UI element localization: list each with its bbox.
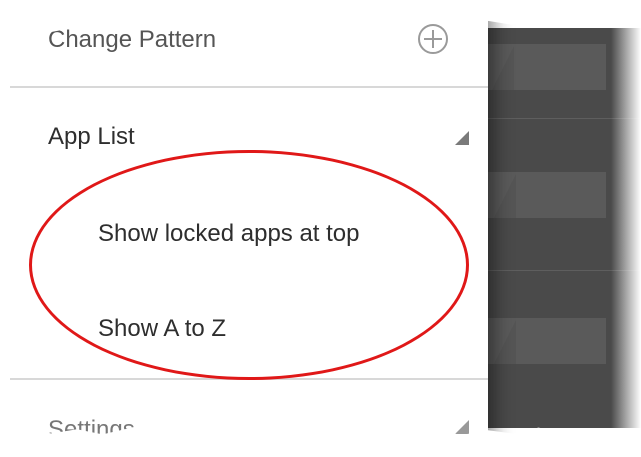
plus-circle-icon[interactable] [418, 24, 448, 54]
right-edge-fade [611, 0, 641, 457]
menu-item-app-list[interactable]: App List [48, 123, 135, 151]
option-show-locked-apps-at-top[interactable]: Show locked apps at top [98, 220, 360, 248]
divider-top [10, 86, 488, 88]
background-shape-2 [494, 174, 516, 218]
option-show-a-to-z[interactable]: Show A to Z [98, 315, 226, 343]
background-shape-1 [492, 46, 514, 90]
navigation-drawer: Change Pattern App List Show locked apps… [0, 0, 488, 457]
background-shape-3 [494, 320, 516, 364]
expand-triangle-icon [455, 131, 469, 145]
settings-triangle-icon [455, 420, 469, 434]
divider-bottom [10, 378, 488, 380]
menu-item-change-pattern[interactable]: Change Pattern [48, 26, 216, 54]
